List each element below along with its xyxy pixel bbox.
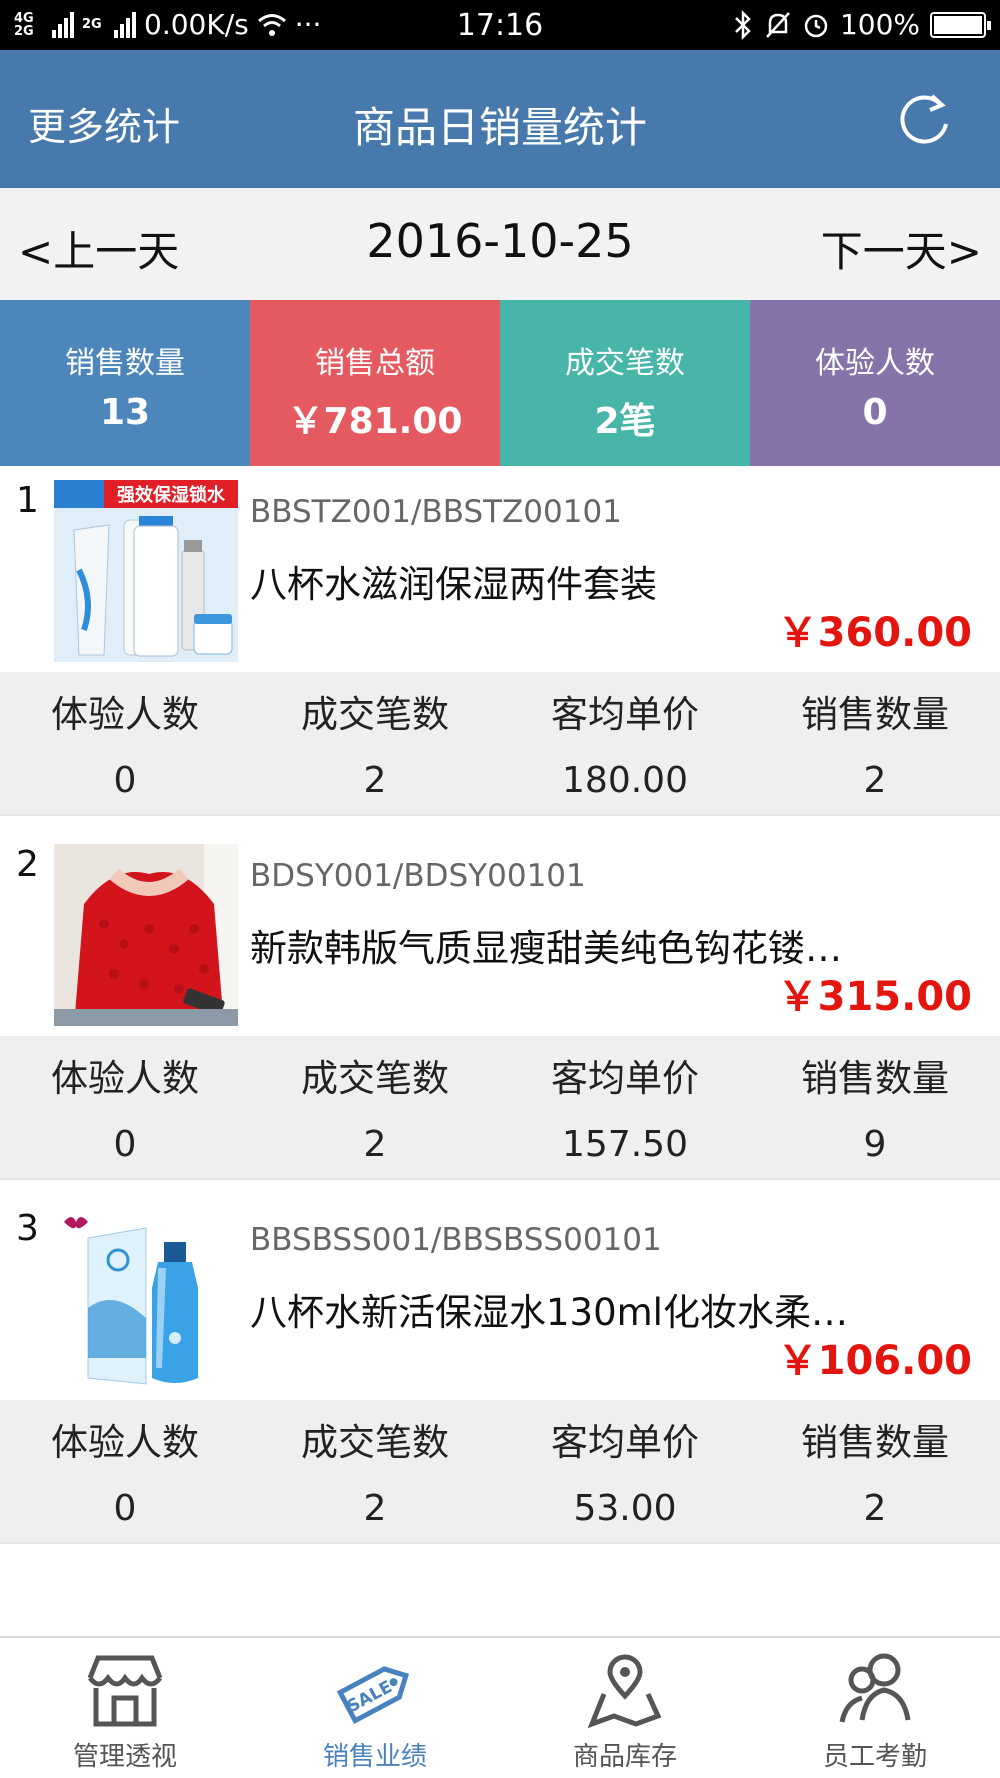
status-bar: 4G 2G 2G 0.00K/s ··· 17:16 100%	[0, 0, 1000, 50]
tile-label: 体验人数	[815, 346, 935, 381]
map-pin-icon	[587, 1654, 662, 1729]
stat-label: 成交笔数	[301, 1057, 449, 1100]
stat-value: 2	[863, 760, 887, 801]
stat-avg-price: 客均单价 157.50	[500, 1036, 750, 1178]
product-stats: 体验人数 0 成交笔数 2 客均单价 157.50 销售数量 9	[0, 1036, 1000, 1178]
stat-label: 体验人数	[51, 693, 199, 736]
product-stats: 体验人数 0 成交笔数 2 客均单价 53.00 销售数量 2	[0, 1400, 1000, 1542]
stat-value: 2	[363, 1488, 387, 1529]
stat-value: 2	[363, 1124, 387, 1165]
divider	[0, 1542, 1000, 1558]
stat-value: 0	[113, 1124, 137, 1165]
bluetooth-icon	[735, 9, 751, 40]
tile-value: ￥781.00	[287, 401, 463, 442]
stat-value: 0	[113, 760, 137, 801]
tile-transactions: 成交笔数 2笔	[500, 300, 750, 466]
stat-value: 180.00	[562, 760, 688, 801]
summary-tiles: 销售数量 13 销售总额 ￥781.00 成交笔数 2笔 体验人数 0	[0, 300, 1000, 466]
product-rank: 3	[16, 1208, 39, 1249]
stat-label: 成交笔数	[301, 1421, 449, 1464]
next-day-button[interactable]: 下一天>	[821, 218, 982, 279]
stat-value: 0	[113, 1488, 137, 1529]
tile-value: 13	[99, 392, 151, 433]
stat-quantity: 销售数量 2	[750, 672, 1000, 814]
product-rank: 1	[16, 480, 39, 521]
stat-label: 销售数量	[801, 1421, 949, 1464]
product-image: 强效保湿锁水	[54, 480, 238, 662]
stat-label: 销售数量	[801, 1057, 949, 1100]
product-sku: BBSBSS001/BBSBSS00101	[250, 1222, 662, 1258]
date-navigation: <上一天 2016-10-25 下一天>	[0, 188, 1000, 300]
product-image	[54, 1208, 238, 1390]
stat-quantity: 销售数量 9	[750, 1036, 1000, 1178]
tile-label: 销售总额	[315, 346, 435, 381]
stat-value: 53.00	[573, 1488, 677, 1529]
tile-label: 成交笔数	[565, 346, 685, 381]
stat-label: 客均单价	[551, 693, 699, 736]
product-item[interactable]: 1 强效保湿锁水 BBSTZ001/BBSTZ00101 八杯水滋润保湿两件套装…	[0, 466, 1000, 830]
stat-label: 客均单价	[551, 1057, 699, 1100]
stat-visitors: 体验人数 0	[0, 672, 250, 814]
sale-tag-icon: SALE	[336, 1666, 410, 1725]
product-sku: BBSTZ001/BBSTZ00101	[250, 494, 622, 530]
tab-label: 管理透视	[72, 1742, 177, 1772]
product-price: ￥360.00	[777, 610, 972, 656]
stat-label: 体验人数	[51, 1057, 199, 1100]
stat-label: 体验人数	[51, 1421, 199, 1464]
product-image	[54, 844, 238, 1026]
stat-transactions: 成交笔数 2	[250, 1036, 500, 1178]
divider	[0, 1178, 1000, 1194]
product-item[interactable]: 3 BBSBSS001/BBSBSS00101 八杯水新活保湿水130ml化妆水…	[0, 1194, 1000, 1558]
page-title: 商品日销量统计	[352, 103, 647, 152]
stat-transactions: 成交笔数 2	[250, 672, 500, 814]
tab-label: 员工考勤	[822, 1742, 927, 1772]
status-bar-right: 100%	[732, 8, 991, 41]
tile-sales-quantity: 销售数量 13	[0, 300, 250, 466]
tile-sales-total: 销售总额 ￥781.00	[250, 300, 500, 466]
stat-label: 成交笔数	[301, 693, 449, 736]
mute-bell-icon	[766, 11, 790, 38]
tab-management[interactable]: 管理透视	[0, 1638, 250, 1778]
battery-icon	[930, 11, 991, 38]
product-item[interactable]: 2 BDSY001/BDSY00101 新款韩版气质显瘦甜美纯色钩花镂… ￥31…	[0, 830, 1000, 1194]
tab-label: 销售业绩	[322, 1742, 427, 1772]
stat-value: 2	[363, 760, 387, 801]
stat-value: 2	[863, 1488, 887, 1529]
product-price: ￥106.00	[777, 1338, 972, 1384]
tab-inventory[interactable]: 商品库存	[500, 1638, 750, 1778]
tab-sales[interactable]: SALE 销售业绩	[250, 1638, 500, 1778]
stat-value: 9	[863, 1124, 887, 1165]
stat-value: 157.50	[562, 1124, 688, 1165]
stat-label: 客均单价	[551, 1421, 699, 1464]
battery-percent: 100%	[839, 8, 920, 41]
tile-label: 销售数量	[65, 346, 185, 381]
tile-visitors: 体验人数 0	[750, 300, 1000, 466]
store-icon	[87, 1655, 163, 1727]
divider	[0, 814, 1000, 830]
stat-quantity: 销售数量 2	[750, 1400, 1000, 1542]
bottom-tab-bar: 管理透视 SALE 销售业绩 商品库存 员工考勤	[0, 1636, 1000, 1778]
tile-value: 0	[862, 392, 888, 433]
people-icon	[839, 1653, 911, 1723]
stat-visitors: 体验人数 0	[0, 1036, 250, 1178]
tab-label: 商品库存	[572, 1742, 677, 1772]
product-stats: 体验人数 0 成交笔数 2 客均单价 180.00 销售数量 2	[0, 672, 1000, 814]
tab-attendance[interactable]: 员工考勤	[750, 1638, 1000, 1778]
stat-avg-price: 客均单价 180.00	[500, 672, 750, 814]
stat-transactions: 成交笔数 2	[250, 1400, 500, 1542]
app-header: 更多统计 商品日销量统计	[0, 50, 1000, 188]
stat-avg-price: 客均单价 53.00	[500, 1400, 750, 1542]
product-rank: 2	[16, 844, 39, 885]
tile-value: 2笔	[594, 401, 656, 442]
image-banner-text: 强效保湿锁水	[117, 484, 226, 506]
refresh-icon[interactable]	[896, 90, 956, 150]
stat-visitors: 体验人数 0	[0, 1400, 250, 1542]
alarm-icon	[804, 14, 828, 37]
product-sku: BDSY001/BDSY00101	[250, 858, 586, 894]
product-price: ￥315.00	[777, 974, 972, 1020]
stat-label: 销售数量	[801, 693, 949, 736]
